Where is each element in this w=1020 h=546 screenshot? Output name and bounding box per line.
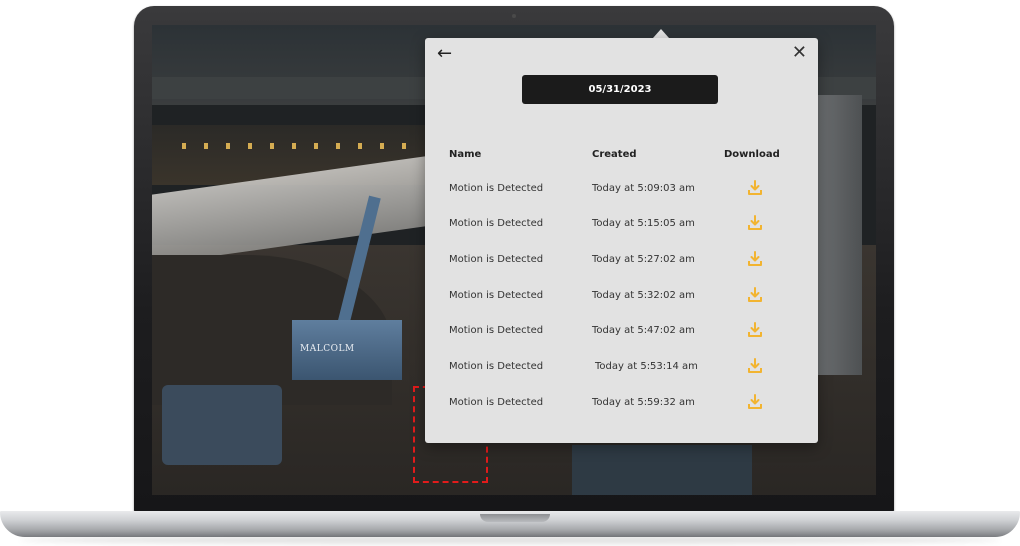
- row-name: Motion is Detected: [449, 397, 544, 408]
- scene-equipment-2: [572, 445, 752, 495]
- arrow-left-icon[interactable]: ←: [437, 43, 452, 65]
- download-icon[interactable]: [747, 394, 763, 410]
- row-created: Today at 5:27:02 am: [592, 254, 695, 265]
- table-row: Motion is Detected Today at 5:09:03 am: [425, 179, 818, 199]
- download-icon[interactable]: [747, 322, 763, 338]
- scene-pillar: [812, 95, 862, 375]
- row-created: Today at 5:32:02 am: [592, 290, 695, 301]
- download-icon[interactable]: [747, 215, 763, 231]
- row-name: Motion is Detected: [449, 361, 544, 372]
- table-row: Motion is Detected Today at 5:32:02 am: [425, 286, 818, 306]
- download-icon[interactable]: [747, 287, 763, 303]
- download-icon[interactable]: [747, 358, 763, 374]
- scene-equipment: [162, 385, 282, 465]
- row-created: Today at 5:47:02 am: [592, 325, 695, 336]
- laptop-base-notch: [480, 514, 550, 522]
- column-header-name: Name: [449, 149, 482, 160]
- row-name: Motion is Detected: [449, 290, 544, 301]
- webcam: [512, 14, 516, 18]
- row-name: Motion is Detected: [449, 183, 544, 194]
- row-name: Motion is Detected: [449, 254, 544, 265]
- download-icon[interactable]: [747, 180, 763, 196]
- table-row: Motion is Detected Today at 5:59:32 am: [425, 393, 818, 413]
- row-created: Today at 5:09:03 am: [592, 183, 695, 194]
- row-name: Motion is Detected: [449, 218, 544, 229]
- row-created: Today at 5:53:14 am: [595, 361, 698, 372]
- table-row: Motion is Detected Today at 5:15:05 am: [425, 214, 818, 234]
- laptop-shadow: [20, 536, 1000, 544]
- column-header-download: Download: [724, 149, 780, 160]
- table-row: Motion is Detected Today at 5:47:02 am: [425, 321, 818, 341]
- popup-caret: [653, 29, 669, 38]
- row-name: Motion is Detected: [449, 325, 544, 336]
- close-icon[interactable]: ✕: [792, 42, 807, 64]
- row-created: Today at 5:59:32 am: [592, 397, 695, 408]
- crane-label: MALCOLM: [300, 344, 355, 354]
- row-created: Today at 5:15:05 am: [592, 218, 695, 229]
- download-icon[interactable]: [747, 251, 763, 267]
- scene-lights: [182, 143, 422, 149]
- column-header-created: Created: [592, 149, 637, 160]
- recordings-popup: ← ✕ 05/31/2023 Name Created Download Mot…: [425, 38, 818, 443]
- table-row: Motion is Detected Today at 5:27:02 am: [425, 250, 818, 270]
- table-row: Motion is Detected Today at 5:53:14 am: [425, 357, 818, 377]
- date-field[interactable]: 05/31/2023: [522, 75, 718, 104]
